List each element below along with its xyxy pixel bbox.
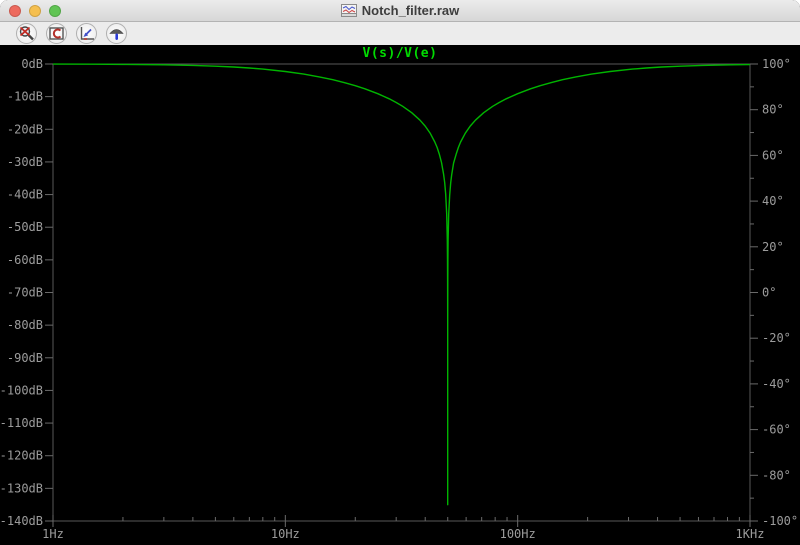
svg-text:1Hz: 1Hz [42, 527, 64, 541]
svg-text:0dB: 0dB [21, 57, 43, 71]
waveform-plot-pane[interactable]: V(s)/V(e) 0dB-10dB-20dB-30dB-40dB-50dB-6… [0, 45, 800, 545]
plot-canvas[interactable]: 0dB -10dB -20dB -30dB -40dB -50dB -60dB -70dB -8… [0, 45, 800, 545]
svg-text:-90dB: -90dB [7, 351, 43, 365]
svg-text:-80dB: -80dB [7, 318, 43, 332]
svg-text:-110dB: -110dB [0, 416, 43, 430]
svg-text:-50dB: -50dB [7, 220, 43, 234]
ltspice-waveform-window: Notch_filter.raw [0, 0, 800, 545]
zoom-back-icon [17, 24, 36, 43]
svg-text:-30dB: -30dB [7, 155, 43, 169]
svg-text:-20°: -20° [762, 331, 791, 345]
svg-text:100Hz: 100Hz [500, 527, 536, 541]
autorange-icon [77, 24, 96, 43]
trace-group [53, 64, 750, 505]
zoom-rect-button[interactable] [46, 23, 67, 44]
plot-settings-icon [107, 24, 126, 43]
zoom-rect-icon [47, 24, 66, 43]
svg-text:10Hz: 10Hz [271, 527, 300, 541]
window-title: Notch_filter.raw [362, 3, 460, 18]
svg-text:-100°: -100° [762, 514, 798, 528]
y-axis-right: 100° 80° 60° 40° 20° 0° -20° -40° -60° -80° -100° [750, 57, 798, 528]
svg-text:40°: 40° [762, 194, 784, 208]
plot-settings-button[interactable] [106, 23, 127, 44]
svg-text:-10dB: -10dB [7, 90, 43, 104]
svg-text:60°: 60° [762, 148, 784, 162]
magnitude-trace[interactable] [53, 64, 750, 505]
svg-text:-40dB: -40dB [7, 188, 43, 202]
y-axis-left: 0dB -10dB -20dB -30dB -40dB -50dB -60dB -70dB -8… [0, 57, 53, 528]
svg-text:-140dB: -140dB [0, 514, 43, 528]
titlebar[interactable]: Notch_filter.raw [0, 0, 800, 22]
document-icon [341, 4, 357, 17]
svg-text:-80°: -80° [762, 468, 791, 482]
zoom-back-button[interactable] [16, 23, 37, 44]
plot-border [53, 64, 750, 521]
svg-text:-70dB: -70dB [7, 286, 43, 300]
svg-text:-20dB: -20dB [7, 122, 43, 136]
svg-text:0°: 0° [762, 286, 776, 300]
traffic-lights [9, 5, 61, 17]
svg-text:80°: 80° [762, 103, 784, 117]
toolbar [0, 22, 800, 45]
svg-text:-40°: -40° [762, 377, 791, 391]
zoom-button[interactable] [49, 5, 61, 17]
svg-text:-60°: -60° [762, 423, 791, 437]
minimize-button[interactable] [29, 5, 41, 17]
svg-text:-130dB: -130dB [0, 481, 43, 495]
svg-text:-60dB: -60dB [7, 253, 43, 267]
autorange-button[interactable] [76, 23, 97, 44]
svg-text:-100dB: -100dB [0, 383, 43, 397]
close-button[interactable] [9, 5, 21, 17]
svg-text:100°: 100° [762, 57, 791, 71]
x-axis: 1Hz 10Hz 100Hz 1KHz [42, 515, 764, 541]
svg-text:1KHz: 1KHz [736, 527, 765, 541]
svg-text:20°: 20° [762, 240, 784, 254]
svg-text:-120dB: -120dB [0, 449, 43, 463]
window-title-group: Notch_filter.raw [341, 3, 460, 18]
